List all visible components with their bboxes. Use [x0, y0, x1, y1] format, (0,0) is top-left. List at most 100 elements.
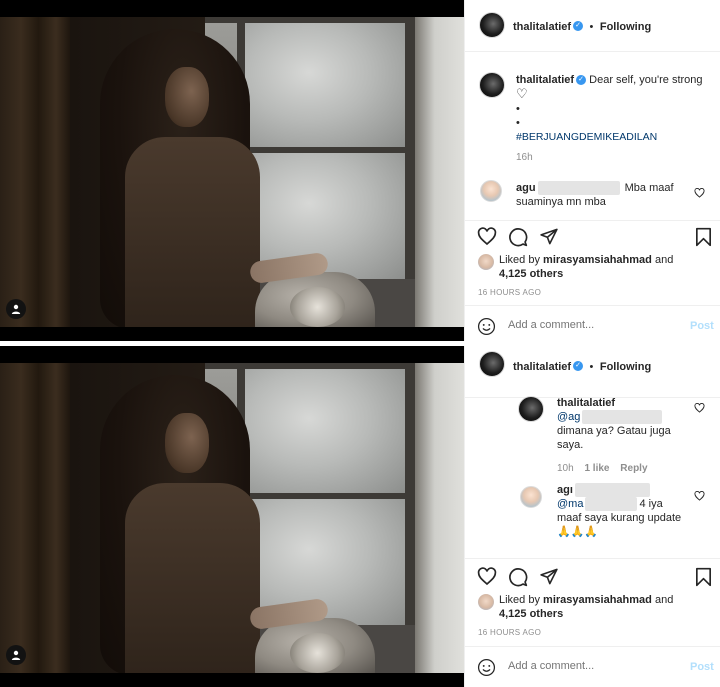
bookmark-icon[interactable] [695, 227, 712, 247]
post-timestamp[interactable]: 16 HOURS AGO [478, 628, 541, 637]
comment-like-heart-icon[interactable] [694, 403, 705, 413]
post-actions: Liked by mirasyamsiahahmad and 4,125 oth… [465, 220, 720, 305]
reply-text: 4 iya [639, 498, 663, 511]
photo-letterbox-bottom [0, 673, 464, 687]
post-panel-2: thalitalatief ✓ • Following thalitalatief… [0, 346, 720, 687]
caption: thalitalatief ✓ Dear self, you're strong … [516, 73, 711, 144]
reply-text: maaf saya kurang update [557, 512, 682, 525]
likes-and: and [654, 254, 674, 266]
reply-button[interactable]: Reply [620, 463, 647, 474]
caption-username[interactable]: thalitalatief [516, 74, 574, 86]
comment-text: Mba maaf [624, 182, 674, 194]
reply-text: dimana ya? Gatau juga [557, 425, 671, 438]
following-button[interactable]: Following [600, 21, 651, 33]
caption-time[interactable]: 16h [516, 152, 533, 163]
reply-emoji: 🙏🙏🙏 [557, 526, 599, 539]
likes-others[interactable]: 4,125 others [499, 268, 563, 280]
likes-others[interactable]: 4,125 others [499, 608, 563, 620]
reply-mention[interactable]: @ag [557, 411, 580, 423]
reply-meta: 10h 1 like Reply [557, 463, 648, 474]
add-comment-bar: Post [465, 646, 720, 686]
post-photo[interactable] [0, 0, 464, 341]
avatar[interactable] [479, 351, 505, 377]
share-icon[interactable] [539, 227, 559, 246]
emoji-icon[interactable] [477, 317, 496, 336]
header-username[interactable]: thalitalatief [513, 21, 571, 33]
photo-letterbox-top [0, 0, 464, 17]
header-line: thalitalatief ✓ • Following [513, 357, 651, 375]
reply-text: saya. [557, 439, 584, 452]
liked-by-label: Liked by [499, 254, 540, 266]
reply-comment: thalitalatief @ag dimana ya? Gatau juga … [557, 396, 692, 452]
caption-text: Dear self, you're strong [589, 74, 703, 86]
post-comment-button[interactable]: Post [690, 320, 714, 332]
comment-username[interactable]: agu [516, 182, 536, 194]
likes-and: and [654, 594, 674, 606]
liker-avatar[interactable] [478, 254, 494, 270]
caption-avatar[interactable] [479, 72, 505, 98]
reply-comment: agı @ma 4 iya maaf saya kurang update 🙏🙏🙏 [557, 483, 697, 539]
post-header: thalitalatief ✓ • Following [465, 346, 720, 398]
post-actions: Liked by mirasyamsiahahmad and 4,125 oth… [465, 558, 720, 646]
photo-curtain [0, 363, 70, 673]
comment-like-heart-icon[interactable] [694, 188, 705, 198]
caption-hashtag[interactable]: #BERJUANGDEMIKEADILAN [516, 131, 657, 143]
comment: agu Mba maaf suaminya mn mba [516, 181, 696, 209]
bookmark-icon[interactable] [695, 567, 712, 587]
liker-username[interactable]: mirasyamsiahahmad [543, 594, 652, 606]
verified-icon: ✓ [576, 75, 587, 86]
comment-icon[interactable] [508, 567, 528, 587]
blurred-username [582, 410, 663, 425]
verified-icon: ✓ [573, 20, 584, 31]
caption-bullet: • [516, 103, 520, 115]
liker-username[interactable]: mirasyamsiahahmad [543, 254, 652, 266]
header-username[interactable]: thalitalatief [513, 361, 571, 373]
reply-username[interactable]: agı [557, 484, 573, 496]
commenter-avatar[interactable] [480, 180, 502, 202]
following-button[interactable]: Following [600, 361, 651, 373]
photo-woman-face [165, 67, 209, 127]
post-sidebar: thalitalatief ✓ • Following thalitalatief… [464, 346, 720, 687]
caption-heart: ♡ [516, 86, 528, 101]
add-comment-bar: Post [465, 305, 720, 341]
verified-icon: ✓ [573, 360, 584, 371]
photo-curtain [0, 17, 70, 327]
likes-summary: Liked by mirasyamsiahahmad and 4,125 oth… [499, 253, 709, 281]
reply-username[interactable]: thalitalatief [557, 397, 615, 409]
share-icon[interactable] [539, 567, 559, 586]
caption-bullet: • [516, 117, 520, 129]
photo-letterbox-top [0, 346, 464, 363]
likes-summary: Liked by mirasyamsiahahmad and 4,125 oth… [499, 593, 709, 621]
user-tag-icon[interactable] [6, 645, 26, 665]
reply-mention[interactable]: @ma [557, 498, 583, 510]
user-tag-icon[interactable] [6, 299, 26, 319]
avatar[interactable] [479, 12, 505, 38]
post-comment-button[interactable]: Post [690, 661, 714, 673]
post-panel-1: thalitalatief ✓ • Following thalitalatief… [0, 0, 720, 341]
reply-time[interactable]: 10h [557, 463, 574, 474]
post-timestamp[interactable]: 16 HOURS AGO [478, 288, 541, 297]
comment-like-heart-icon[interactable] [694, 491, 705, 501]
header-line: thalitalatief ✓ • Following [513, 17, 651, 35]
header-separator: • [589, 21, 594, 33]
reply-like-count[interactable]: 1 like [584, 463, 609, 474]
post-header: thalitalatief ✓ • Following [465, 0, 720, 52]
photo-scene [0, 17, 464, 327]
comment-input[interactable] [508, 660, 658, 672]
comment-input[interactable] [508, 319, 658, 331]
liker-avatar[interactable] [478, 594, 494, 610]
photo-woman-body [125, 137, 260, 327]
heart-icon[interactable] [477, 227, 497, 246]
post-sidebar: thalitalatief ✓ • Following thalitalatief… [464, 0, 720, 341]
heart-icon[interactable] [477, 567, 497, 586]
post-photo[interactable] [0, 346, 464, 687]
photo-letterbox-bottom [0, 327, 464, 341]
emoji-icon[interactable] [477, 658, 496, 677]
commenter-avatar[interactable] [520, 486, 542, 508]
reply-avatar[interactable] [518, 396, 544, 422]
blurred-username [585, 497, 638, 512]
comment-icon[interactable] [508, 227, 528, 247]
header-separator: • [589, 361, 594, 373]
photo-scene [0, 363, 464, 673]
comment-text: suaminya mn mba [516, 196, 606, 209]
